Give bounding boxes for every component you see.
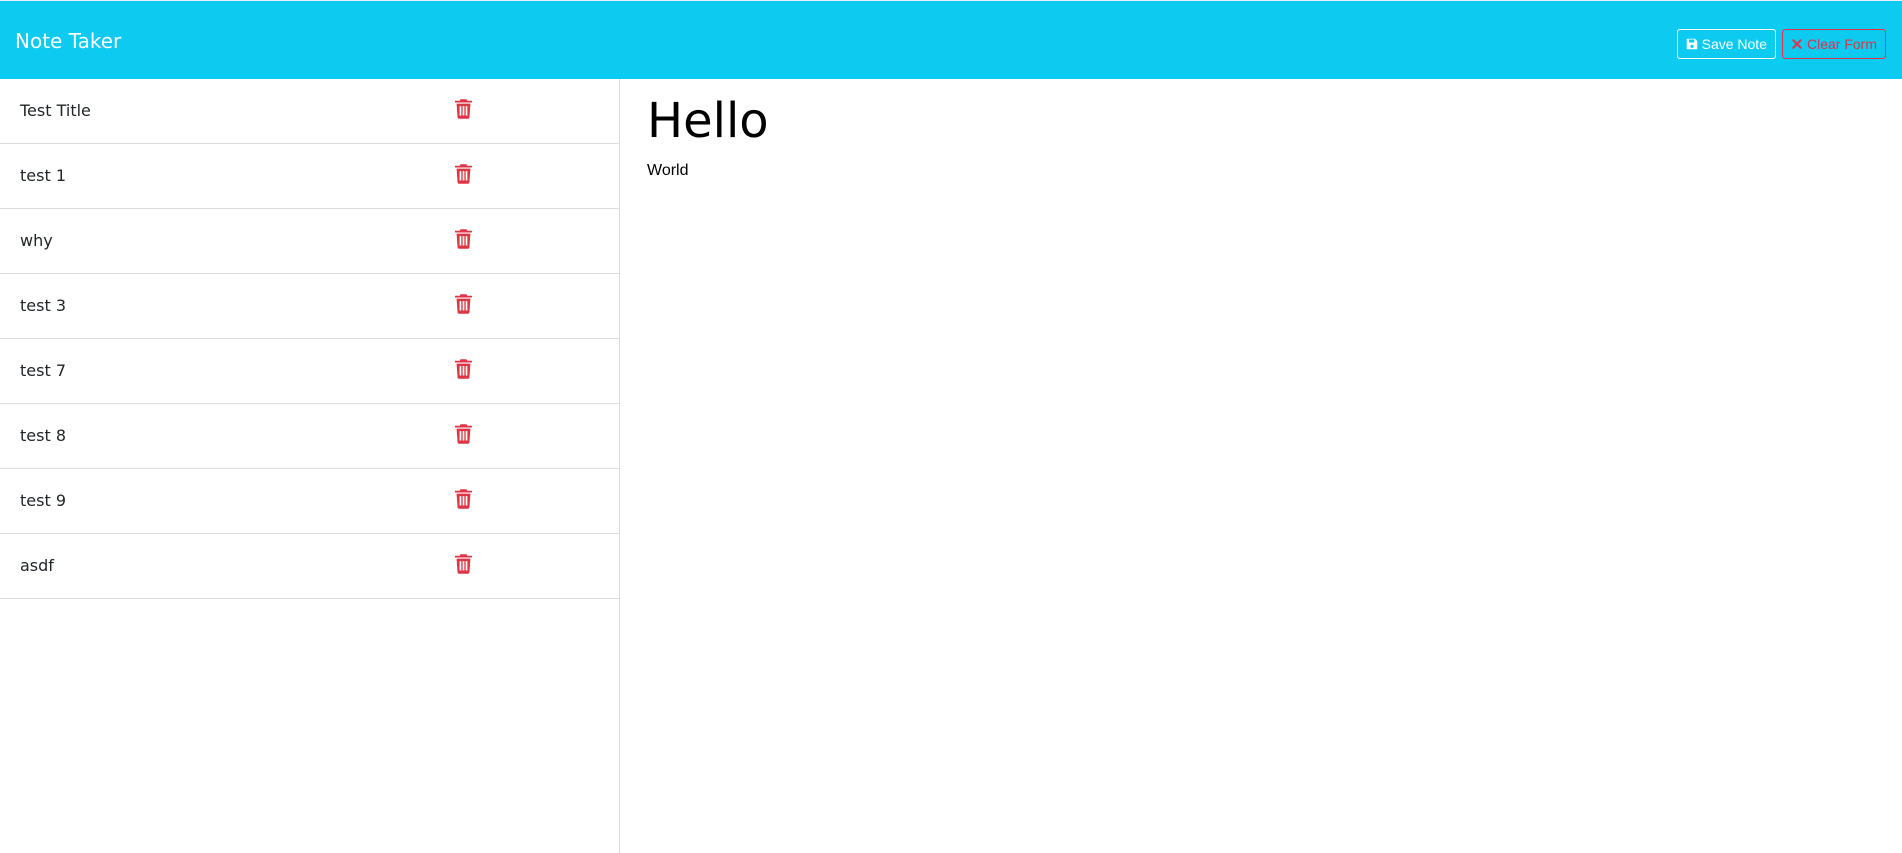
- x-icon: [1792, 39, 1802, 49]
- note-list-item-title: Test Title: [20, 101, 91, 120]
- trash-icon[interactable]: [455, 294, 472, 314]
- app-brand[interactable]: Note Taker: [15, 29, 121, 53]
- trash-icon[interactable]: [455, 489, 472, 509]
- note-list-item[interactable]: Test Title: [0, 79, 619, 144]
- save-note-button[interactable]: Save Note: [1676, 29, 1776, 59]
- note-list-item[interactable]: asdf: [0, 534, 619, 599]
- note-text-input[interactable]: World: [647, 161, 1847, 761]
- note-list-item-title: test 8: [20, 426, 66, 445]
- clear-form-button[interactable]: Clear Form: [1781, 29, 1886, 59]
- note-list-item-title: asdf: [20, 556, 54, 575]
- note-list-item[interactable]: test 1: [0, 144, 619, 209]
- note-list: Test Title test 1 why test 3 test 7 test…: [0, 79, 619, 599]
- note-list-item[interactable]: test 8: [0, 404, 619, 469]
- note-list-item[interactable]: test 9: [0, 469, 619, 534]
- note-list-item-title: test 7: [20, 361, 66, 380]
- clear-form-label: Clear Form: [1806, 36, 1877, 52]
- note-list-item-title: why: [20, 231, 53, 250]
- note-list-item[interactable]: test 3: [0, 274, 619, 339]
- floppy-disk-icon: [1686, 38, 1697, 50]
- note-editor: World: [621, 79, 1902, 853]
- notes-sidebar: Test Title test 1 why test 3 test 7 test…: [0, 79, 620, 853]
- note-list-item[interactable]: why: [0, 209, 619, 274]
- trash-icon[interactable]: [455, 359, 472, 379]
- trash-icon[interactable]: [455, 424, 472, 444]
- note-list-item-title: test 1: [20, 166, 66, 185]
- trash-icon[interactable]: [455, 229, 472, 249]
- note-list-item[interactable]: test 7: [0, 339, 619, 404]
- nav-actions: Save Note Clear Form: [1676, 29, 1886, 59]
- trash-icon[interactable]: [455, 554, 472, 574]
- trash-icon[interactable]: [455, 99, 472, 119]
- navbar: Note Taker Save Note Clear Form: [0, 0, 1902, 79]
- note-list-item-title: test 3: [20, 296, 66, 315]
- trash-icon[interactable]: [455, 164, 472, 184]
- save-note-label: Save Note: [1701, 36, 1767, 52]
- note-title-input[interactable]: [647, 93, 1847, 149]
- note-list-item-title: test 9: [20, 491, 66, 510]
